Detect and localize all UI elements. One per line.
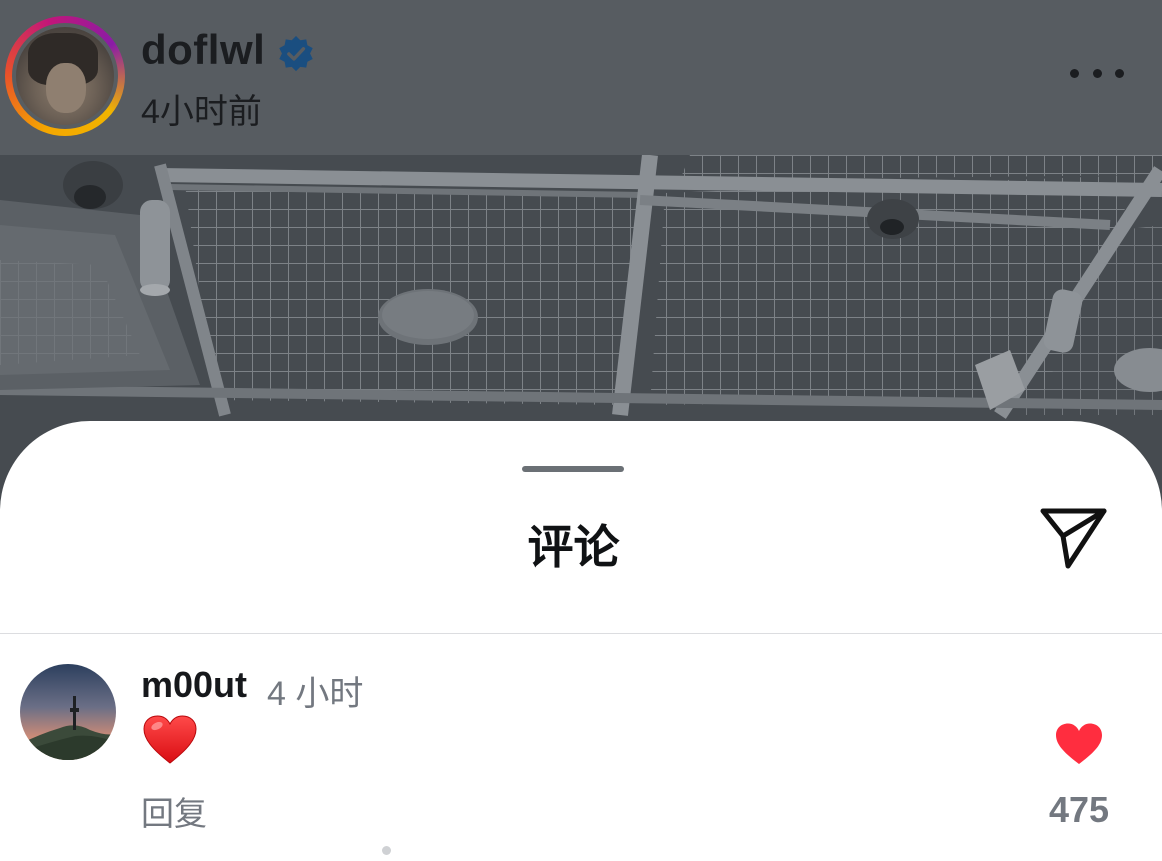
share-button[interactable]	[1038, 506, 1110, 572]
avatar-image	[20, 664, 116, 760]
scroll-indicator	[382, 846, 391, 855]
post-username[interactable]: doflwl	[141, 26, 265, 74]
post-time: 4小时前	[141, 93, 262, 131]
post-header: doflwl 4小时前	[0, 0, 1162, 155]
comment-avatar[interactable]	[20, 664, 116, 760]
divider	[0, 633, 1162, 634]
heart-emoji-icon	[143, 715, 197, 764]
comment-time: 4 小时	[267, 675, 364, 713]
more-options-button[interactable]	[1070, 60, 1124, 86]
like-count: 475	[1048, 789, 1110, 830]
sheet-title: 评论	[527, 521, 620, 573]
story-avatar[interactable]	[5, 16, 125, 136]
comments-sheet: 评论 m00ut 4 小时 回复 475	[0, 421, 1162, 861]
reply-button[interactable]: 回复	[141, 787, 207, 835]
more-dots-icon	[1070, 68, 1079, 78]
like-button[interactable]	[1054, 722, 1104, 766]
comment-username[interactable]: m00ut	[141, 664, 247, 706]
paper-plane-icon	[1040, 508, 1107, 569]
sheet-drag-handle[interactable]	[522, 466, 624, 472]
verified-badge-icon	[279, 35, 313, 72]
heart-filled-icon	[1056, 723, 1102, 764]
